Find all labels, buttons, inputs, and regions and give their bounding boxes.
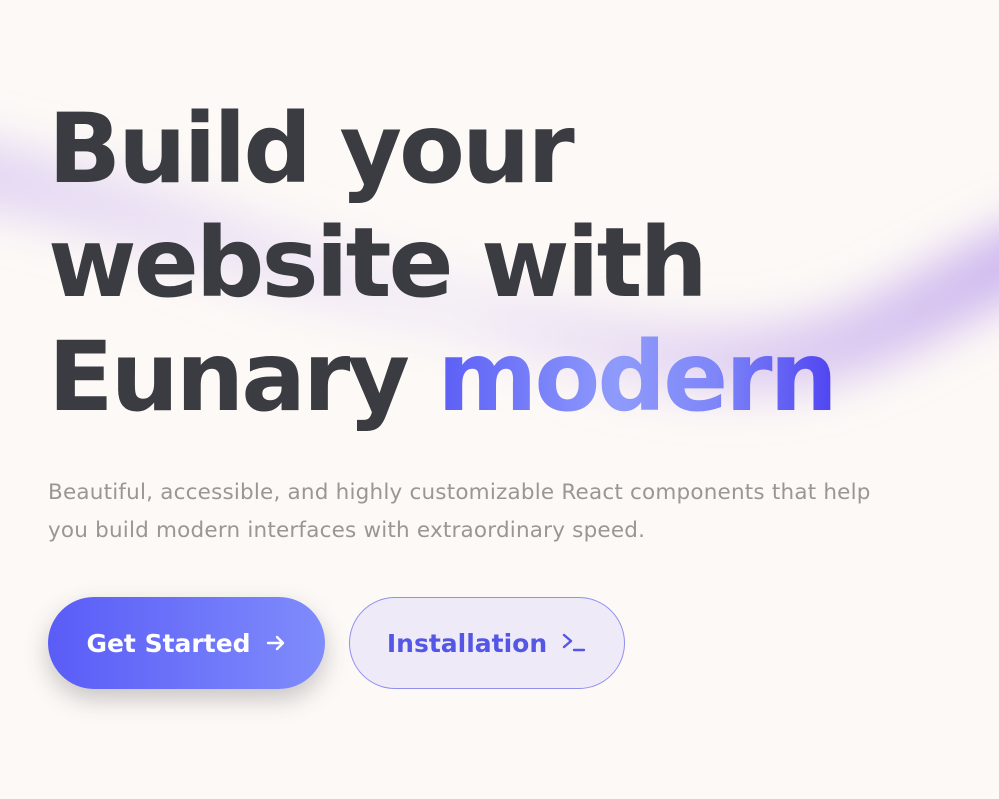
hero-headline: Build your website with Eunary modern <box>48 92 968 434</box>
headline-brand: Eunary <box>48 321 410 433</box>
installation-button[interactable]: Installation <box>349 597 625 689</box>
installation-label: Installation <box>386 628 548 658</box>
get-started-button[interactable]: Get Started <box>48 597 325 689</box>
headline-accent: modern <box>437 321 837 433</box>
headline-line-1: Build your <box>48 93 575 205</box>
headline-line-3: Eunary modern <box>48 320 968 434</box>
hero: Build your website with Eunary modern <box>48 92 968 434</box>
get-started-label: Get Started <box>86 628 251 658</box>
terminal-prompt-icon <box>561 631 587 655</box>
headline-line-2: website with <box>48 207 708 319</box>
subtitle-line-1: Beautiful, accessible, and highly custom… <box>48 480 871 505</box>
hero-subtitle: Beautiful, accessible, and highly custom… <box>48 474 948 550</box>
subtitle-line-2: you build modern interfaces with extraor… <box>48 518 646 543</box>
page: Build your website with Eunary modern Be… <box>0 0 999 799</box>
hero-actions: Get Started Installation <box>48 597 625 689</box>
arrow-right-icon <box>265 632 287 654</box>
